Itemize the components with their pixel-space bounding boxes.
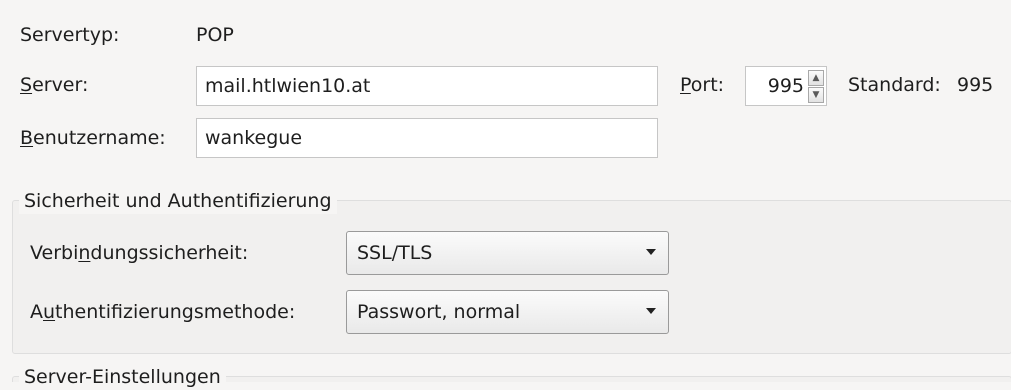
port-default-value: 995 [957,74,994,96]
chevron-down-icon: ▼ [812,90,820,100]
port-decrement-button[interactable]: ▼ [808,87,824,103]
port-value[interactable]: 995 [768,67,804,105]
auth-method-dropdown[interactable]: Passwort, normal [346,290,669,334]
auth-method-label: Authentifizierungsmethode: [30,299,295,325]
port-spinbox[interactable]: 995 ▲ ▼ [745,66,827,106]
server-type-label: Servertyp: [20,24,120,46]
server-settings-groupbox-title: Server-Einstellungen [19,364,226,390]
username-input[interactable]: wankegue [196,118,658,158]
connection-security-label-accesskey: n [78,242,91,264]
auth-method-label-accesskey: u [43,301,56,323]
auth-method-selected: Passwort, normal [357,301,521,323]
port-label-text: ort: [690,74,725,96]
server-type-value: POP [196,24,234,46]
server-hostname-input[interactable]: mail.htlwien10.at [196,66,658,106]
connection-security-dropdown[interactable]: SSL/TLS [346,231,669,275]
port-increment-button[interactable]: ▲ [808,70,824,86]
auth-method-label-pre: A [30,301,43,323]
chevron-up-icon: ▲ [812,73,820,83]
auth-method-label-post: thentifizierungsmethode: [55,301,296,323]
port-label: Port: [680,72,724,98]
connection-security-selected: SSL/TLS [357,242,433,264]
username-label-text: enutzername: [33,127,166,149]
port-default-label: Standard: [848,74,941,96]
port-label-accesskey: P [680,74,691,96]
dropdown-arrow-icon [646,308,656,314]
server-label-accesskey: S [20,74,33,96]
server-label-text: erver: [32,74,89,96]
dropdown-arrow-icon [646,249,656,255]
security-groupbox-title: Sicherheit und Authentifizierung [19,188,337,214]
username-label: Benutzername: [20,125,166,151]
connection-security-label-pre: Verbi [30,242,79,264]
username-label-accesskey: B [20,127,34,149]
connection-security-label-post: dungssicherheit: [90,242,249,264]
connection-security-label: Verbindungssicherheit: [30,240,248,266]
server-label: Server: [20,72,88,98]
